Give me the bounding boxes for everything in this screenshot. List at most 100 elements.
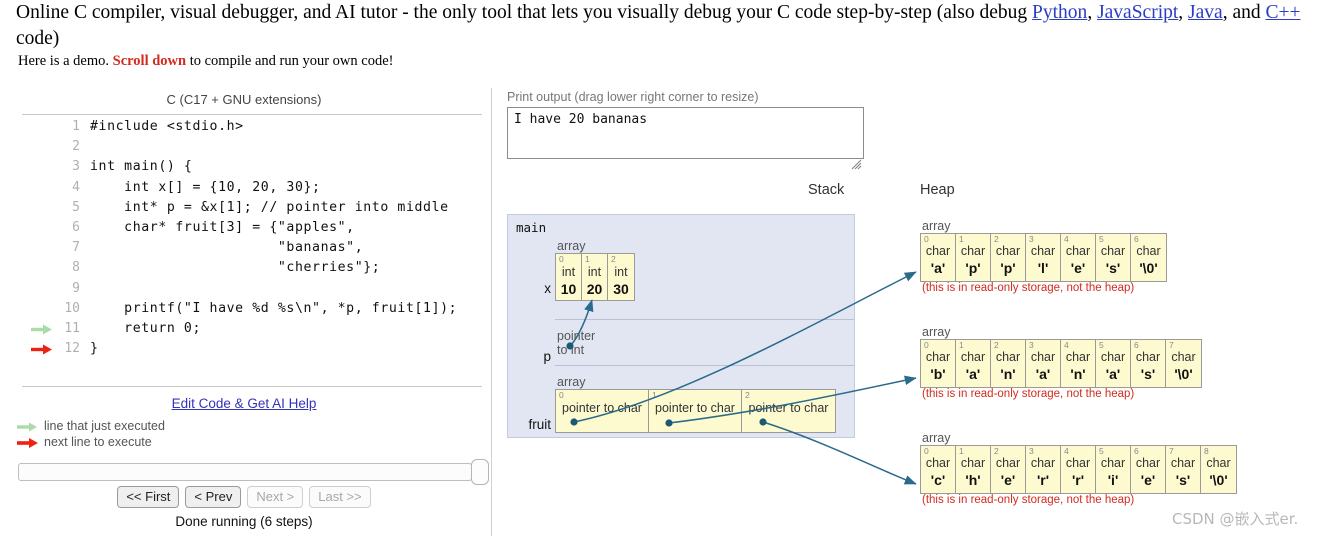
heap-array-cell: 4 char 'n' (1061, 340, 1096, 387)
cell-index: 4 (1064, 234, 1069, 244)
cell-type: char (1030, 456, 1056, 470)
stack-array-box: 0 pointer to char 1 pointer to char 2 pointer… (555, 389, 836, 433)
resize-grip-icon[interactable] (851, 159, 862, 170)
headline-text-end: code) (16, 28, 60, 49)
cell-value: 20 (586, 281, 603, 297)
heap-readonly-note: (this is in read-only storage, not the h… (922, 494, 1135, 506)
cell-type: char (1135, 350, 1161, 364)
code-editor[interactable]: 1 #include <stdio.h> 2 3 int main() {4 int x… (22, 118, 484, 360)
heap-array-cell: 7 char 's' (1166, 446, 1201, 493)
heap-array-label: array (922, 325, 951, 339)
cell-type: int (614, 265, 628, 279)
cell-type: pointer to char (655, 401, 735, 415)
stack-array-cell: 0 int 10 (556, 254, 582, 300)
heap-array-box: 0 char'c' 1 char'h' 2 char'e' 3 char'r' 4 char'r'… (920, 445, 1237, 494)
code-line-number: 11 (64, 320, 80, 336)
cell-index: 2 (994, 234, 999, 244)
heap-array-cell: 8 char '\0' (1201, 446, 1236, 493)
heap-array-cell: 1 char 'h' (956, 446, 991, 493)
legend-green-label: line that just executed (44, 419, 165, 433)
green-arrow-icon (17, 422, 37, 432)
code-line-number: 5 (72, 199, 80, 215)
code-line: 11 return 0; (22, 320, 484, 340)
heap-array-cell: 5 char 'i' (1096, 446, 1131, 493)
step-slider-track[interactable] (18, 463, 472, 481)
legend-next-line: next line to execute (17, 435, 152, 449)
cell-index: 6 (1134, 446, 1139, 456)
cell-type: char (1206, 456, 1231, 470)
cell-type: char (1030, 350, 1056, 364)
stack-var-kind-label: array (557, 239, 586, 253)
cell-value: 'a' (930, 260, 946, 276)
code-line: 3 int main() { (22, 158, 484, 178)
print-output-box[interactable]: I have 20 bananas (507, 107, 864, 159)
demo-post-text: to compile and run your own code! (186, 53, 394, 69)
cell-index: 1 (585, 254, 590, 264)
heap-array-cell: 2 char 'e' (991, 446, 1026, 493)
heap-array-cell: 5 char 's' (1096, 234, 1131, 281)
code-line-number: 7 (72, 240, 80, 256)
cell-type: char (1065, 244, 1091, 258)
code-line: 9 (22, 280, 484, 300)
link-python[interactable]: Python (1032, 2, 1087, 23)
code-line-text: char* fruit[3] = {"apples", (90, 219, 355, 235)
heap-array-box: 0 char'a' 1 char'p' 2 char'p' 3 char'l' 4 char'e'… (920, 233, 1167, 282)
heap-array-cell: 1 char 'p' (956, 234, 991, 281)
edit-code-link-wrap: Edit Code & Get AI Help (0, 396, 488, 411)
stack-array-box: 0 int 10 1 int 20 2 int 30 (555, 253, 635, 301)
scroll-down-emphasis: Scroll down (112, 53, 187, 69)
heap-array-cell: 2 char 'n' (991, 340, 1026, 387)
stack-var-kind-label: array (557, 375, 586, 389)
stack-var-kind-label: pointer to int (557, 329, 596, 357)
headline-text-1: Online C compiler, visual debugger, and … (16, 2, 1033, 23)
cell-value: 'c' (930, 472, 946, 488)
code-line-text: "cherries"}; (90, 260, 381, 276)
cell-index: 4 (1064, 340, 1069, 350)
code-line-text: return 0; (90, 320, 202, 336)
cell-type: char (1170, 456, 1196, 470)
cell-type: char (995, 350, 1021, 364)
link-java[interactable]: Java (1188, 2, 1223, 23)
cell-index: 1 (959, 446, 964, 456)
cell-value: 'a' (1105, 366, 1121, 382)
step-button-prev[interactable]: < Prev (185, 486, 242, 508)
link-javascript[interactable]: JavaScript (1097, 2, 1178, 23)
code-line-number: 10 (64, 300, 80, 316)
red-arrow-icon (17, 438, 38, 448)
cell-type: char (960, 350, 986, 364)
cell-type: char (1136, 244, 1161, 258)
cell-type: char (1030, 244, 1056, 258)
cell-index: 5 (1099, 234, 1104, 244)
heap-array-cell: 0 char 'b' (921, 340, 956, 387)
code-line-number: 2 (72, 139, 80, 155)
code-line-number: 4 (72, 179, 80, 195)
code-line: 10 printf("I have %d %s\n", *p, fruit[1]… (22, 300, 484, 320)
code-line-text: #include <stdio.h> (90, 119, 244, 134)
code-line-text: } (90, 341, 99, 357)
cell-value: 'a' (965, 366, 981, 382)
step-nav-buttons: << First < Prev Next > Last >> (0, 486, 488, 508)
cell-index: 4 (1064, 446, 1069, 456)
cell-index: 1 (652, 390, 657, 400)
step-slider-handle[interactable] (471, 459, 489, 485)
stack-heading: Stack (808, 182, 845, 198)
cell-type: char (960, 244, 986, 258)
cell-index: 2 (745, 390, 750, 400)
headline-sep-2: , (1178, 2, 1189, 23)
code-line-number: 6 (72, 219, 80, 235)
print-output-text: I have 20 bananas (514, 112, 648, 127)
heap-array-cell: 1 char 'a' (956, 340, 991, 387)
code-line-number: 8 (72, 260, 80, 276)
cell-type: char (925, 244, 951, 258)
cell-value: 'r' (1071, 472, 1085, 488)
demo-pre-text: Here is a demo. (18, 53, 113, 69)
cell-index: 2 (994, 446, 999, 456)
cell-value: 'p' (965, 260, 981, 276)
heap-array-cell: 4 char 'r' (1061, 446, 1096, 493)
edit-code-link[interactable]: Edit Code & Get AI Help (172, 396, 317, 411)
csdn-watermark: CSDN @嵌入式er. (1172, 510, 1299, 528)
link-cpp[interactable]: C++ (1265, 2, 1300, 23)
cell-index: 2 (994, 340, 999, 350)
step-button-first[interactable]: << First (117, 486, 180, 508)
legend-just-executed: line that just executed (17, 419, 165, 433)
